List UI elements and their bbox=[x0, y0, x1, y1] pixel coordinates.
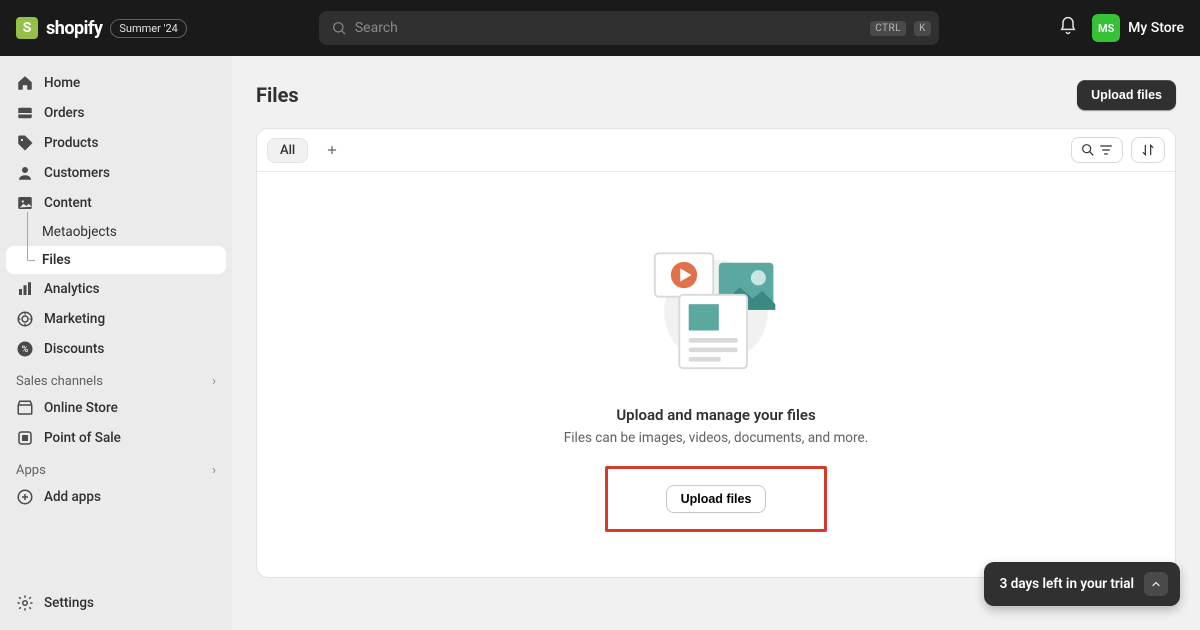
notifications-button[interactable] bbox=[1058, 16, 1078, 40]
person-icon bbox=[16, 164, 34, 182]
sidebar: Home Orders Products Customers Content M… bbox=[0, 56, 232, 630]
sidebar-item-home[interactable]: Home bbox=[6, 68, 226, 98]
inbox-icon bbox=[16, 104, 34, 122]
bell-icon bbox=[1058, 16, 1078, 36]
sort-icon bbox=[1140, 142, 1156, 158]
trial-text: 3 days left in your trial bbox=[1000, 576, 1134, 592]
home-icon bbox=[16, 74, 34, 92]
section-apps[interactable]: Apps › bbox=[6, 453, 226, 482]
sidebar-item-orders[interactable]: Orders bbox=[6, 98, 226, 128]
sidebar-item-label: Settings bbox=[44, 595, 94, 611]
page-title: Files bbox=[256, 83, 299, 107]
search-filter-button[interactable] bbox=[1071, 137, 1123, 163]
files-illustration bbox=[636, 232, 796, 382]
edition-badge: Summer '24 bbox=[110, 19, 186, 38]
expand-button[interactable] bbox=[1144, 572, 1168, 596]
storefront-icon bbox=[16, 399, 34, 417]
sort-button[interactable] bbox=[1131, 137, 1165, 163]
empty-title: Upload and manage your files bbox=[616, 406, 815, 424]
brand-name: shopify bbox=[46, 18, 102, 39]
analytics-icon bbox=[16, 280, 34, 298]
chevron-right-icon: › bbox=[212, 374, 216, 389]
sidebar-item-label: Metaobjects bbox=[42, 224, 117, 240]
sidebar-item-label: Analytics bbox=[44, 281, 100, 297]
sidebar-item-label: Home bbox=[44, 75, 80, 91]
chevron-right-icon: › bbox=[212, 463, 216, 478]
sidebar-item-label: Online Store bbox=[44, 400, 118, 416]
sidebar-item-customers[interactable]: Customers bbox=[6, 158, 226, 188]
empty-state: Upload and manage your files Files can b… bbox=[257, 172, 1175, 572]
sidebar-item-pos[interactable]: Point of Sale bbox=[6, 423, 226, 453]
empty-body: Files can be images, videos, documents, … bbox=[564, 430, 868, 446]
sidebar-item-label: Products bbox=[44, 135, 98, 151]
sidebar-subitem-metaobjects[interactable]: Metaobjects bbox=[6, 218, 226, 246]
main-content: Files Upload files All bbox=[232, 56, 1200, 630]
discount-icon: % bbox=[16, 340, 34, 358]
sidebar-item-label: Content bbox=[44, 195, 92, 211]
upload-files-button[interactable]: Upload files bbox=[1077, 80, 1176, 110]
chevron-up-icon bbox=[1150, 578, 1162, 590]
sidebar-item-label: Add apps bbox=[44, 489, 101, 505]
pos-icon bbox=[16, 429, 34, 447]
section-label: Apps bbox=[16, 463, 46, 478]
sidebar-subitem-files[interactable]: Files bbox=[6, 246, 226, 274]
target-icon bbox=[16, 310, 34, 328]
section-sales-channels[interactable]: Sales channels › bbox=[6, 364, 226, 393]
top-bar: S shopify Summer '24 Search CTRL K MS My… bbox=[0, 0, 1200, 56]
filter-icon bbox=[1098, 142, 1114, 158]
store-switcher[interactable]: MS My Store bbox=[1092, 14, 1184, 42]
logo[interactable]: S shopify Summer '24 bbox=[16, 17, 187, 39]
search-icon bbox=[1080, 142, 1096, 158]
upload-files-secondary-button[interactable]: Upload files bbox=[666, 485, 767, 513]
sidebar-item-online-store[interactable]: Online Store bbox=[6, 393, 226, 423]
sidebar-item-content[interactable]: Content bbox=[6, 188, 226, 218]
add-view-button[interactable] bbox=[320, 138, 344, 162]
search-placeholder: Search bbox=[355, 20, 862, 36]
store-name: My Store bbox=[1128, 20, 1184, 36]
highlighted-region: Upload files bbox=[605, 466, 828, 532]
sidebar-item-label: Files bbox=[42, 252, 71, 268]
files-card: All bbox=[256, 128, 1176, 578]
tab-all[interactable]: All bbox=[267, 138, 308, 163]
sidebar-item-add-apps[interactable]: Add apps bbox=[6, 482, 226, 512]
section-label: Sales channels bbox=[16, 374, 103, 389]
avatar: MS bbox=[1092, 14, 1120, 42]
search-icon bbox=[331, 20, 347, 36]
sidebar-item-products[interactable]: Products bbox=[6, 128, 226, 158]
sidebar-item-label: Marketing bbox=[44, 311, 105, 327]
sidebar-item-label: Point of Sale bbox=[44, 430, 121, 446]
search-input[interactable]: Search CTRL K bbox=[319, 11, 939, 45]
image-icon bbox=[16, 194, 34, 212]
sidebar-item-marketing[interactable]: Marketing bbox=[6, 304, 226, 334]
gear-icon bbox=[16, 594, 34, 612]
tag-icon bbox=[16, 134, 34, 152]
sidebar-item-label: Orders bbox=[44, 105, 85, 121]
shopify-bag-icon: S bbox=[16, 17, 38, 39]
plus-circle-icon bbox=[16, 488, 34, 506]
sidebar-item-analytics[interactable]: Analytics bbox=[6, 274, 226, 304]
svg-text:%: % bbox=[22, 345, 29, 355]
sidebar-item-label: Customers bbox=[44, 165, 110, 181]
sidebar-item-discounts[interactable]: % Discounts bbox=[6, 334, 226, 364]
kbd-ctrl: CTRL bbox=[870, 21, 906, 36]
sidebar-item-settings[interactable]: Settings bbox=[6, 588, 226, 618]
trial-toast[interactable]: 3 days left in your trial bbox=[984, 562, 1180, 606]
kbd-k: K bbox=[914, 21, 931, 36]
sidebar-item-label: Discounts bbox=[44, 341, 104, 357]
plus-icon bbox=[325, 143, 339, 157]
